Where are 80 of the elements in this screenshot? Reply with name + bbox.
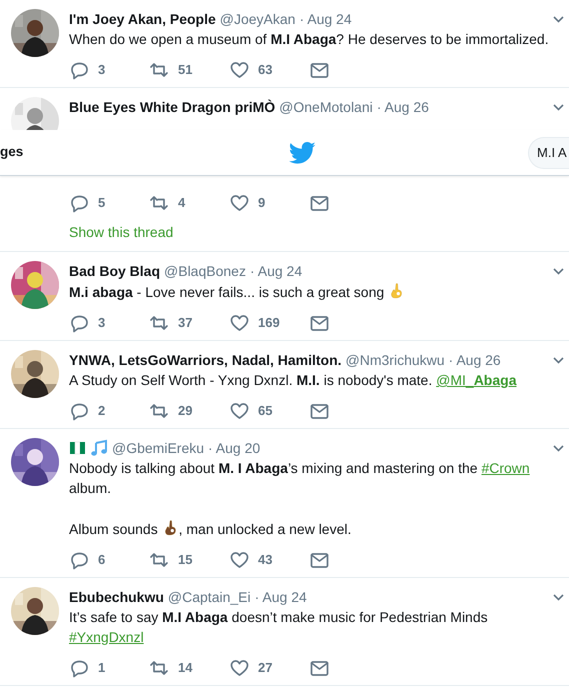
mail-icon[interactable]: [309, 60, 330, 80]
retweet-icon[interactable]: [149, 658, 170, 678]
tweet-date[interactable]: · Aug 26: [448, 350, 501, 370]
reply-icon[interactable]: [69, 60, 90, 80]
retweet-icon[interactable]: [149, 550, 170, 570]
show-thread-link[interactable]: Show this thread: [69, 222, 174, 242]
like-count: 65: [258, 402, 272, 420]
hashtag-link[interactable]: #Crown: [481, 460, 530, 476]
heart-icon[interactable]: [229, 60, 250, 80]
hashtag-link[interactable]: #YxngDxnzl: [69, 629, 144, 645]
reply-icon[interactable]: [69, 401, 90, 421]
display-name[interactable]: Bad Boy Blaq: [69, 261, 160, 281]
chevron-icon[interactable]: [552, 15, 565, 24]
retweet-count: 29: [178, 402, 192, 420]
reply-count: 3: [98, 61, 106, 80]
tweet-text: It’s safe to say M.I Abaga doesn’t make music for Pedestrian Minds: [69, 608, 489, 627]
heart-icon[interactable]: [229, 313, 250, 333]
reply-count: 6: [98, 551, 106, 570]
display-name[interactable]: YNWA, LetsGoWarriors, Nadal, Hamilton.: [69, 350, 342, 370]
like-count: 63: [258, 61, 272, 80]
tweet-text: Album sounds , man unlocked a new level.: [69, 518, 548, 539]
search-field[interactable]: M.I A: [528, 136, 569, 168]
user-handle[interactable]: @Nm3richukwu: [346, 350, 445, 370]
chevron-icon[interactable]: [552, 103, 565, 112]
chevron-icon[interactable]: [552, 593, 565, 602]
user-handle[interactable]: @BlaqBonez: [164, 261, 246, 281]
reply-icon[interactable]: [69, 313, 90, 333]
display-name[interactable]: I'm Joey Akan, People: [69, 9, 216, 29]
retweet-count: 14: [178, 659, 192, 678]
tweet-text: A Study on Self Worth - Yxng Dxnzl. M.I. is nobody's mate. @MI_Abaga: [69, 371, 518, 390]
retweet-icon[interactable]: [149, 60, 170, 80]
mail-icon[interactable]: [309, 550, 330, 570]
reply-count: 1: [98, 659, 106, 678]
mail-icon[interactable]: [309, 193, 330, 213]
tweet-text: M.i abaga - Love never fails... is such a great song: [69, 281, 548, 302]
chevron-icon[interactable]: [552, 444, 565, 453]
chevron-icon[interactable]: [552, 267, 565, 276]
reply-icon[interactable]: [69, 658, 90, 678]
user-handle[interactable]: @JoeyAkan: [220, 9, 296, 29]
mention-link[interactable]: @MI_Abaga: [436, 372, 516, 388]
like-count: 27: [258, 659, 272, 678]
flag-icon: [69, 439, 86, 457]
display-name[interactable]: Ebubechukwu: [69, 587, 164, 607]
retweet-count: 4: [178, 194, 186, 212]
tweet-text: Nobody is talking about M. I Abaga’s mixing and mastering on the #Crown: [69, 459, 531, 478]
user-handle[interactable]: @OneMotolani: [279, 97, 373, 117]
retweet-icon[interactable]: [149, 401, 170, 421]
retweet-count: 51: [178, 61, 192, 80]
tweet-date[interactable]: · Aug 26: [376, 97, 429, 117]
reply-icon[interactable]: [69, 550, 90, 570]
mail-icon[interactable]: [309, 401, 330, 421]
heart-icon[interactable]: [229, 658, 250, 678]
tweet-text: album.: [69, 479, 112, 498]
tweet-date[interactable]: · Aug 24: [299, 9, 352, 29]
heart-icon[interactable]: [229, 550, 250, 570]
tweet-date[interactable]: · Aug 24: [254, 587, 307, 607]
retweet-count: 37: [178, 314, 192, 332]
music-note-icon: [90, 439, 108, 457]
user-handle[interactable]: @Captain_Ei: [168, 587, 251, 607]
like-count: 169: [258, 314, 280, 332]
heart-icon[interactable]: [229, 401, 250, 421]
nav-tab[interactable]: ges: [0, 142, 24, 163]
display-name[interactable]: Blue Eyes White Dragon priMÒ: [69, 97, 276, 117]
tweet-date[interactable]: · Aug 20: [208, 438, 260, 458]
reply-count: 3: [98, 314, 106, 332]
tweet-text: When do we open a museum of M.I Abaga? He deserves to be immortalized.: [69, 30, 548, 49]
like-count: 9: [258, 194, 266, 212]
mail-icon[interactable]: [309, 313, 330, 333]
mail-icon[interactable]: [309, 658, 330, 678]
reply-count: 2: [98, 402, 106, 420]
like-count: 43: [258, 551, 272, 570]
retweet-icon[interactable]: [149, 313, 170, 333]
retweet-count: 15: [178, 551, 192, 570]
user-handle[interactable]: @GbemiEreku: [112, 438, 204, 458]
heart-icon[interactable]: [229, 193, 250, 213]
reply-icon[interactable]: [69, 193, 90, 213]
retweet-icon[interactable]: [149, 193, 170, 213]
reply-count: 5: [98, 194, 106, 212]
tweet-date[interactable]: · Aug 24: [250, 261, 302, 281]
chevron-icon[interactable]: [552, 356, 565, 365]
